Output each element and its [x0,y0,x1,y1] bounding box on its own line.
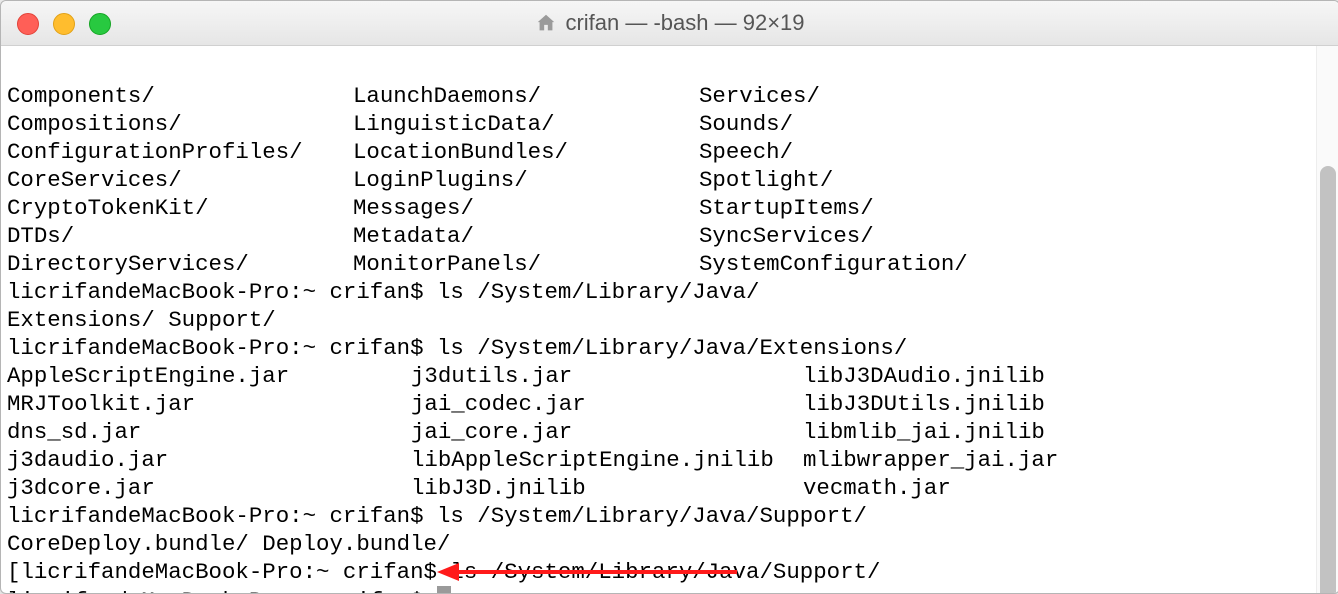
prompt: licrifandeMacBook-Pro:~ crifan$ [7,588,424,594]
minimize-button[interactable] [53,13,75,35]
cursor [437,586,451,594]
listing-cell: MRJToolkit.jar [7,390,411,418]
listing-cell: SystemConfiguration/ [699,250,1045,278]
prompt: licrifandeMacBook-Pro:~ crifan$ [20,559,437,585]
traffic-lights [17,13,111,35]
listing-cell: DTDs/ [7,222,353,250]
listing-cell: jai_core.jar [411,418,803,446]
listing-cell: vecmath.jar [803,474,1103,502]
fullscreen-button[interactable] [89,13,111,35]
listing-cell: libJ3DUtils.jnilib [803,390,1103,418]
listing-cell: j3daudio.jar [7,446,411,474]
listing-cell: LoginPlugins/ [353,166,699,194]
listing-cell: jai_codec.jar [411,390,803,418]
listing-cell: Compositions/ [7,110,353,138]
listing-cell: Services/ [699,82,1045,110]
command: ls /System/Library/Java/ [437,279,759,305]
listing-cell: ConfigurationProfiles/ [7,138,353,166]
listing-cell: Spotlight/ [699,166,1045,194]
listing-cell: mlibwrapper_jai.jar [803,446,1103,474]
listing-cell: libAppleScriptEngine.jnilib [411,446,803,474]
listing-cell: SyncServices/ [699,222,1045,250]
prompt: licrifandeMacBook-Pro:~ crifan$ [7,335,424,361]
listing-cell: j3dcore.jar [7,474,411,502]
listing-cell: Speech/ [699,138,1045,166]
listing-cell: Components/ [7,82,353,110]
terminal-output[interactable]: Components/LaunchDaemons/Services/ Compo… [1,46,1316,594]
listing-cell: AppleScriptEngine.jar [7,362,411,390]
listing-cell: Messages/ [353,194,699,222]
prompt: licrifandeMacBook-Pro:~ crifan$ [7,503,424,529]
listing-cell: libmlib_jai.jnilib [803,418,1103,446]
prompt: licrifandeMacBook-Pro:~ crifan$ [7,279,424,305]
home-icon [535,12,557,34]
command: ls /System/Library/Java/Support/ [437,503,867,529]
listing-cell: Metadata/ [353,222,699,250]
terminal-body: Components/LaunchDaemons/Services/ Compo… [1,46,1338,594]
scrollbar-track[interactable] [1316,46,1338,594]
output-line: CoreDeploy.bundle/ Deploy.bundle/ [7,531,450,557]
listing-cell: LocationBundles/ [353,138,699,166]
listing-cell: CryptoTokenKit/ [7,194,353,222]
listing-cell: libJ3D.jnilib [411,474,803,502]
listing-cell: LaunchDaemons/ [353,82,699,110]
titlebar[interactable]: crifan — -bash — 92×19 [1,1,1338,46]
close-button[interactable] [17,13,39,35]
listing-cell: j3dutils.jar [411,362,803,390]
window-title-text: crifan — -bash — 92×19 [565,10,804,36]
output-line: Extensions/ Support/ [7,307,276,333]
listing-cell: DirectoryServices/ [7,250,353,278]
listing-cell: CoreServices/ [7,166,353,194]
listing-cell: dns_sd.jar [7,418,411,446]
listing-cell: LinguisticData/ [353,110,699,138]
scrollbar-thumb[interactable] [1320,166,1336,594]
listing-cell: libJ3DAudio.jnilib [803,362,1103,390]
terminal-window: crifan — -bash — 92×19 Components/Launch… [0,0,1338,594]
listing-cell: Sounds/ [699,110,1045,138]
command: ls /System/Library/Java/Extensions/ [437,335,907,361]
listing-cell: StartupItems/ [699,194,1045,222]
command: ls /System/Library/Java/Support/ [450,559,880,585]
listing-cell: MonitorPanels/ [353,250,699,278]
window-title: crifan — -bash — 92×19 [535,10,804,36]
